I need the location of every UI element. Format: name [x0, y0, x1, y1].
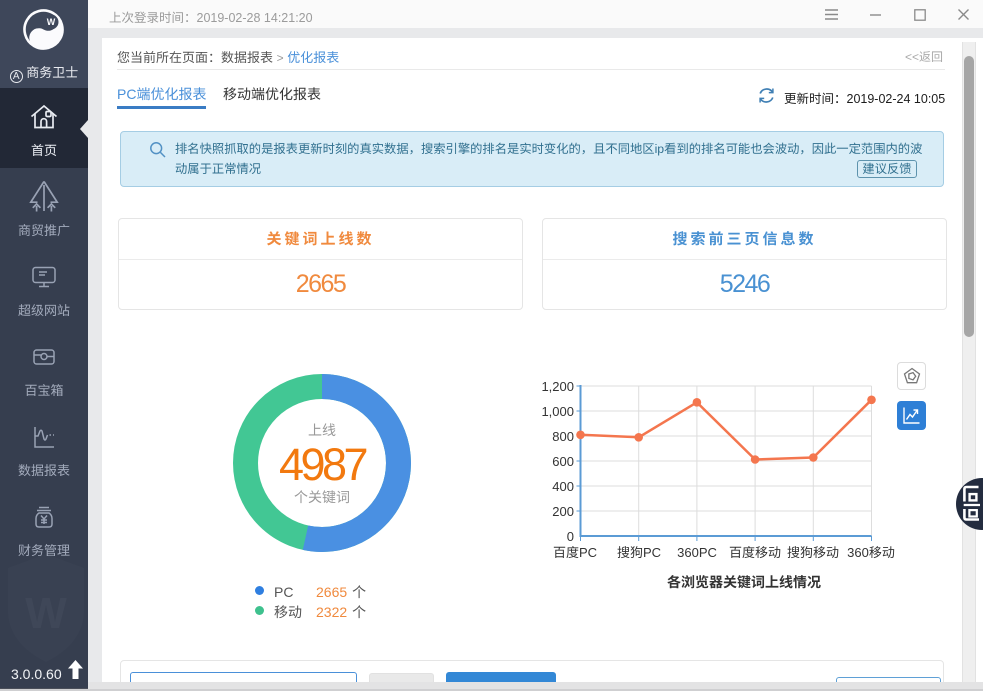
svg-text:W: W [25, 589, 67, 638]
svg-text:W: W [47, 17, 56, 27]
